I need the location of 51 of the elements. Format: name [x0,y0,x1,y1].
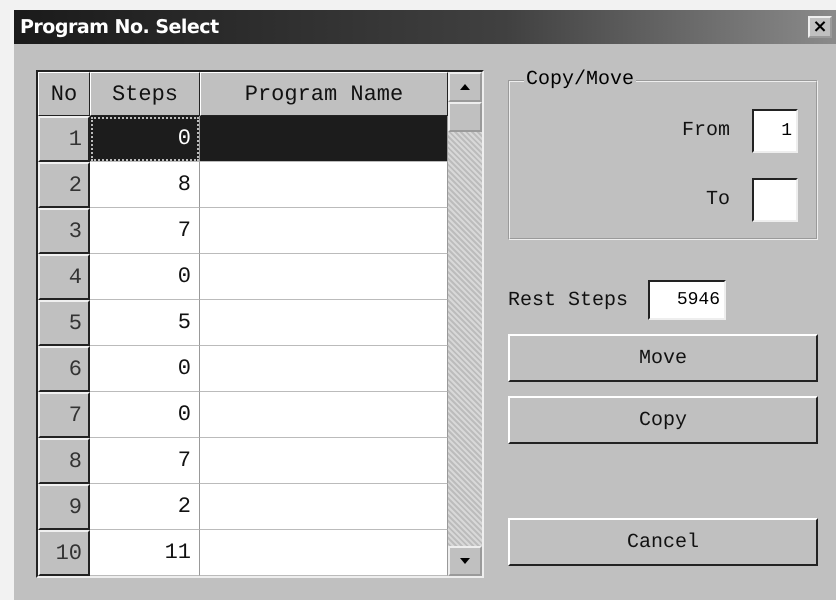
row-number: 6 [38,346,90,392]
steps-cell[interactable]: 2 [90,484,200,530]
name-cell[interactable] [200,530,448,576]
action-button[interactable]: Move [508,334,818,382]
column-header: Steps [90,72,200,116]
name-cell[interactable] [200,392,448,438]
row-number: 1 [38,116,90,162]
action-button[interactable]: Cancel [508,518,818,566]
steps-cell[interactable]: 0 [90,392,200,438]
name-cell[interactable] [200,208,448,254]
row-number: 8 [38,438,90,484]
row-number: 4 [38,254,90,300]
steps-cell[interactable]: 5 [90,300,200,346]
down-arrow-icon [460,558,470,564]
column-header: No [38,72,90,116]
scroll-up-button[interactable] [448,72,482,102]
input-field[interactable]: 1 [752,108,798,152]
group-title: Copy/Move [524,68,636,91]
name-cell[interactable] [200,484,448,530]
scroll-bar[interactable] [448,72,482,576]
close-button[interactable]: × [808,16,832,38]
scroll-down-button[interactable] [448,546,482,576]
name-cell[interactable] [200,300,448,346]
input-field[interactable] [752,178,798,222]
window-title: Program No. Select [20,16,219,38]
scroll-thumb[interactable] [448,102,482,132]
name-cell[interactable] [200,346,448,392]
steps-cell[interactable]: 0 [90,346,200,392]
row-number: 10 [38,530,90,576]
name-cell[interactable] [200,254,448,300]
row-number: 5 [38,300,90,346]
steps-cell[interactable]: 0 [90,116,200,162]
up-arrow-icon [460,84,470,90]
row-number: 9 [38,484,90,530]
field-label: To [706,188,730,211]
row-number: 3 [38,208,90,254]
field-label: Rest Steps [508,288,628,312]
steps-cell[interactable]: 11 [90,530,200,576]
steps-cell[interactable]: 7 [90,208,200,254]
steps-cell[interactable]: 8 [90,162,200,208]
name-cell[interactable] [200,116,448,162]
row-number: 7 [38,392,90,438]
name-cell[interactable] [200,162,448,208]
field-label: From [682,119,730,142]
steps-cell[interactable]: 7 [90,438,200,484]
action-button[interactable]: Copy [508,396,818,444]
column-header: Program Name [200,72,448,116]
row-number: 2 [38,162,90,208]
input-field[interactable]: 5946 [648,280,726,320]
name-cell[interactable] [200,438,448,484]
steps-cell[interactable]: 0 [90,254,200,300]
